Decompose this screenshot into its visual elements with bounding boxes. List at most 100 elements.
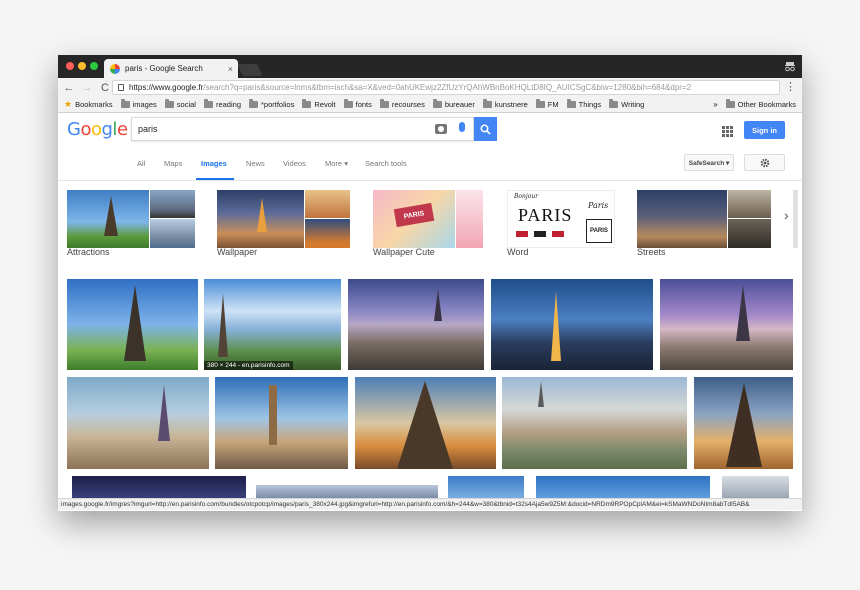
related-label-attractions[interactable]: Attractions	[67, 247, 110, 257]
search-input[interactable]: paris	[131, 117, 474, 141]
bookmark-fm[interactable]: FM	[535, 99, 559, 109]
tab-title: paris - Google Search	[125, 64, 203, 73]
bookmark-writing[interactable]: Writing	[609, 99, 644, 109]
tab-search-tools[interactable]: Search tools	[365, 159, 407, 168]
chevron-right-icon[interactable]: ›	[784, 207, 789, 223]
address-bar[interactable]: https://www.google.fr/search?q=paris&sou…	[112, 80, 780, 95]
bookmark-reading[interactable]: reading	[203, 99, 241, 109]
folder-icon	[725, 99, 735, 108]
bookmark-bookmarks[interactable]: ★ Bookmarks	[64, 99, 113, 110]
bookmark-things[interactable]: Things	[566, 99, 601, 109]
eiffel-tower-shape	[158, 385, 170, 441]
related-label-wallpaper[interactable]: Wallpaper	[217, 247, 257, 257]
search-icon	[480, 124, 491, 135]
browser-window: paris - Google Search × ← → C https://ww…	[58, 55, 802, 511]
result-image[interactable]	[491, 279, 653, 370]
folder-icon	[535, 99, 545, 108]
bookmark-social[interactable]: social	[164, 99, 196, 109]
new-tab-button[interactable]	[237, 64, 263, 76]
cute-paris-illustration: PARIS	[373, 190, 455, 248]
result-image[interactable]	[694, 377, 793, 469]
minimize-window-button[interactable]	[78, 62, 86, 70]
google-logo[interactable]: Google	[67, 119, 128, 140]
safesearch-button[interactable]: SafeSearch ▾	[684, 154, 734, 171]
bookmark-bureauer[interactable]: bureauer	[432, 99, 475, 109]
result-image[interactable]	[72, 476, 246, 498]
folder-icon	[120, 99, 130, 108]
eiffel-tower-shape	[124, 285, 146, 361]
tab-strip: paris - Google Search ×	[58, 55, 802, 78]
result-image[interactable]	[67, 377, 209, 469]
microphone-icon[interactable]	[459, 122, 465, 132]
related-card-wallpaper-cute[interactable]: PARIS	[373, 190, 483, 248]
tab-maps[interactable]: Maps	[164, 159, 182, 168]
sign-in-button[interactable]: Sign in	[744, 121, 785, 139]
other-bookmarks[interactable]: Other Bookmarks	[725, 99, 796, 109]
bookmark-portfolios[interactable]: *portfolios	[249, 99, 294, 109]
result-image[interactable]	[660, 279, 793, 370]
forward-button[interactable]: →	[78, 82, 96, 94]
bridge-statue-shape	[269, 385, 277, 445]
browser-tab[interactable]: paris - Google Search ×	[104, 59, 238, 78]
google-favicon-icon	[110, 63, 120, 74]
gear-icon	[760, 158, 769, 167]
eiffel-tower-shape	[218, 293, 228, 357]
google-header: Google paris Sign in	[58, 113, 802, 148]
paris-street-photo	[637, 190, 727, 248]
apps-grid-icon[interactable]	[722, 126, 733, 137]
result-image[interactable]	[722, 476, 789, 498]
paris-thumbnail	[456, 190, 483, 248]
close-window-button[interactable]	[66, 62, 74, 70]
camera-icon[interactable]	[435, 124, 447, 134]
bookmark-recourses[interactable]: recourses	[379, 99, 425, 109]
back-button[interactable]: ←	[60, 82, 78, 94]
bookmarks-bar: ★ Bookmarks images social reading *portfo…	[58, 97, 802, 113]
active-tab-indicator	[196, 178, 234, 180]
incognito-icon	[785, 62, 795, 72]
related-card-partial	[793, 190, 798, 248]
search-button[interactable]	[474, 117, 497, 141]
tab-more[interactable]: More ▾	[325, 159, 348, 168]
result-image[interactable]	[536, 476, 710, 498]
paris-thumbnail	[728, 219, 771, 248]
image-caption: 380 × 244 - en.parisinfo.com	[204, 361, 293, 370]
result-image[interactable]: 380 × 244 - en.parisinfo.com	[204, 279, 341, 370]
related-label-streets[interactable]: Streets	[637, 247, 666, 257]
lock-icon	[118, 84, 124, 91]
related-card-streets[interactable]	[637, 190, 771, 248]
result-image[interactable]	[67, 279, 198, 370]
eiffel-tower-shape	[736, 285, 750, 341]
folder-icon	[432, 99, 442, 108]
chevron-down-icon: ▾	[344, 159, 348, 168]
browser-menu-icon[interactable]: ⋮	[785, 80, 796, 93]
result-image[interactable]	[502, 377, 687, 469]
bookmark-kunstnere[interactable]: kunstnere	[482, 99, 528, 109]
tab-videos[interactable]: Videos	[283, 159, 306, 168]
related-card-word[interactable]: Bonjour PARIS Paris PARIS	[507, 190, 615, 248]
result-image[interactable]	[448, 476, 524, 498]
bookmark-images[interactable]: images	[120, 99, 157, 109]
related-card-attractions[interactable]	[67, 190, 195, 248]
maximize-window-button[interactable]	[90, 62, 98, 70]
settings-button[interactable]	[744, 154, 785, 171]
folder-icon	[609, 99, 619, 108]
related-label-wallpaper-cute[interactable]: Wallpaper Cute	[373, 247, 435, 257]
paris-thumbnail	[150, 190, 195, 218]
related-card-wallpaper[interactable]	[217, 190, 350, 248]
result-image[interactable]	[348, 279, 484, 370]
url-host: https://www.google.fr	[129, 83, 204, 92]
result-image[interactable]	[355, 377, 496, 469]
tab-all[interactable]: All	[137, 159, 145, 168]
tab-news[interactable]: News	[246, 159, 265, 168]
bookmarks-overflow-button[interactable]: »	[713, 100, 717, 109]
bookmark-revolt[interactable]: Revolt	[302, 99, 336, 109]
bookmark-fonts[interactable]: fonts	[343, 99, 372, 109]
result-image[interactable]	[256, 485, 438, 498]
result-image[interactable]	[215, 377, 348, 469]
tab-close-icon[interactable]: ×	[228, 64, 233, 74]
related-label-word[interactable]: Word	[507, 247, 528, 257]
tab-images[interactable]: Images	[201, 159, 227, 168]
folder-icon	[379, 99, 389, 108]
paris-thumbnail	[305, 219, 350, 248]
toolbar: ← → C https://www.google.fr/search?q=par…	[58, 78, 802, 97]
